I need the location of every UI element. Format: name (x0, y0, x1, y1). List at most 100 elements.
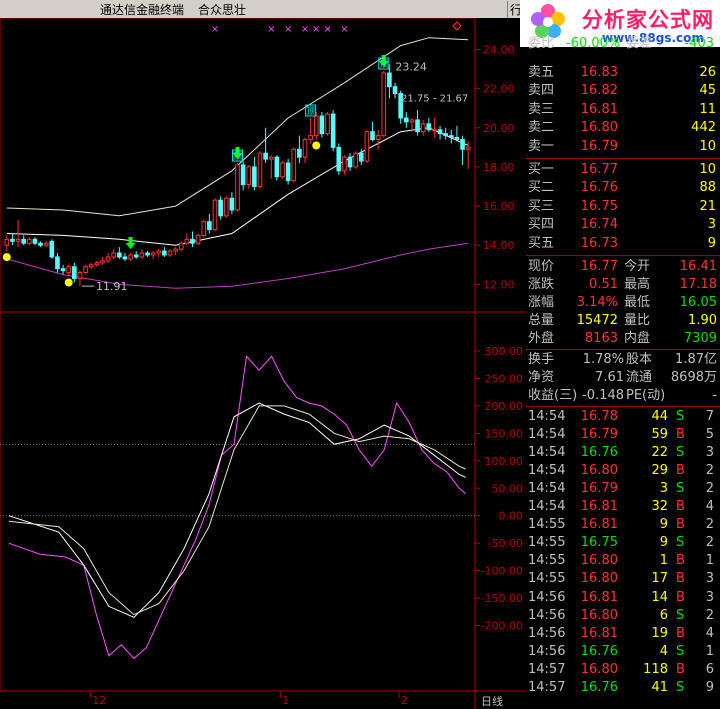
candle-body (342, 156, 347, 172)
candle-body (257, 152, 263, 187)
stat-value: 16.41 (679, 259, 717, 274)
candle-body (4, 238, 10, 246)
bid-label: 买五 (528, 235, 555, 251)
tick-count: 2 (705, 481, 714, 497)
candle-body (66, 266, 72, 274)
tick-volume: 29 (651, 463, 668, 479)
pink-x-marker: × (312, 24, 320, 35)
stats-divider (526, 255, 720, 256)
pink-x-marker: × (267, 24, 275, 35)
tick-volume: 4 (659, 643, 668, 659)
indicator-tick-label: 50.00 (492, 482, 524, 495)
candle-body (426, 123, 432, 131)
tick-volume: 41 (651, 679, 668, 695)
top-signal-label: 顶 (306, 106, 315, 117)
window-subtitle: 合众思壮 (198, 3, 247, 17)
candle-body (291, 148, 297, 182)
candle-body (263, 152, 268, 160)
ask-label: 卖二 (528, 120, 555, 136)
tick-time: 14:54 (528, 499, 566, 515)
candle-body (364, 131, 370, 162)
tick-count: 7 (705, 409, 714, 424)
price-tick-label: 20.00 (483, 122, 515, 135)
tick-count: 3 (705, 571, 714, 587)
tick-price: 16.79 (580, 427, 618, 443)
tick-time: 14:54 (528, 445, 566, 461)
ratio-row: 委比 -60.00% 委差 -403 (526, 35, 720, 52)
candle-body (15, 238, 21, 242)
indicator-line-2 (8, 405, 466, 616)
tick-side: B (676, 553, 685, 569)
bid-volume: 9 (707, 235, 716, 251)
stat-label: 涨幅 (528, 295, 555, 310)
candle-body (432, 129, 437, 132)
chart-frame (0, 18, 476, 692)
candle-body (139, 252, 145, 258)
candle-body (184, 238, 190, 244)
top-signal-label: 顶 (233, 151, 242, 162)
high-price-label: 23.24 (395, 60, 427, 73)
tick-side: S (676, 535, 685, 551)
tick-price: 16.80 (580, 553, 618, 569)
bid-row: 买三 16.75 21 (526, 198, 720, 215)
stat2-row: 净资 7.61 流通 8698万 (526, 369, 720, 386)
top-signal-label: 顶 (379, 59, 388, 70)
stat-label: 内盘 (624, 331, 651, 346)
ticks-divider (526, 406, 720, 407)
ask-label: 卖三 (528, 101, 555, 117)
ask-volume: 11 (699, 101, 716, 117)
tick-time: 14:57 (528, 661, 566, 677)
tick-price: 16.75 (580, 535, 618, 551)
stat-row: 现价 16.77 今开 16.41 (526, 258, 720, 275)
tick-time: 14:56 (528, 607, 566, 623)
candle-body (167, 250, 173, 256)
candle-body (454, 137, 460, 141)
low-price-label: 11.91 (96, 280, 128, 293)
bid-volume: 21 (699, 198, 716, 214)
price-tick-label: 18.00 (483, 161, 515, 174)
stat-value: 7309 (683, 331, 717, 346)
stat2-value: 1.87亿 (675, 352, 717, 367)
tick-price: 16.80 (580, 661, 618, 677)
stat-label: 总量 (528, 313, 555, 328)
candle-body (420, 123, 426, 133)
candle-body (274, 156, 280, 178)
tick-row: 14:55 16.81 9 B 2 (526, 516, 720, 534)
ask-volume: 26 (699, 65, 716, 80)
stat-row: 涨幅 3.14% 最低 16.05 (526, 294, 720, 311)
tick-volume: 9 (659, 517, 668, 533)
chart-area[interactable]: 24.0022.0020.0018.0016.0014.0012.0011.91… (0, 18, 526, 709)
candle-body (387, 72, 392, 88)
stat2-label: 流通 (626, 370, 653, 385)
bid-row: 买四 16.74 3 (526, 216, 720, 233)
ask-row: 卖二 16.80 442 (526, 119, 720, 136)
tick-count: 2 (705, 517, 714, 533)
indicator-line-0 (8, 355, 466, 660)
tick-count: 3 (705, 589, 714, 605)
ask-volume: 10 (699, 138, 716, 154)
stat-value: 15472 (576, 313, 618, 328)
stat-label: 涨跌 (528, 277, 555, 292)
diff-value: -403 (684, 36, 714, 51)
tick-count: 3 (705, 445, 714, 461)
candle-body (448, 135, 454, 139)
tick-price: 16.80 (580, 607, 618, 623)
tick-price: 16.76 (580, 643, 618, 659)
candle-body (347, 156, 353, 168)
candle-body (353, 152, 358, 168)
tick-volume: 14 (651, 589, 668, 605)
candle-body (246, 166, 252, 186)
candle-body (392, 86, 398, 95)
stat-value: 16.77 (580, 259, 618, 274)
tick-volume: 22 (651, 445, 668, 461)
candle-body (370, 131, 375, 141)
candle-body (111, 252, 117, 258)
tick-time: 14:54 (528, 481, 566, 497)
diff-label: 委差 (626, 36, 653, 51)
candle-body (285, 162, 291, 182)
pink-x-marker: × (301, 24, 309, 35)
stat2-value: 7.61 (595, 370, 624, 385)
stat-label: 外盘 (528, 331, 555, 346)
ask-price: 16.83 (580, 65, 618, 80)
ratio-value: -60.00% (566, 36, 621, 51)
